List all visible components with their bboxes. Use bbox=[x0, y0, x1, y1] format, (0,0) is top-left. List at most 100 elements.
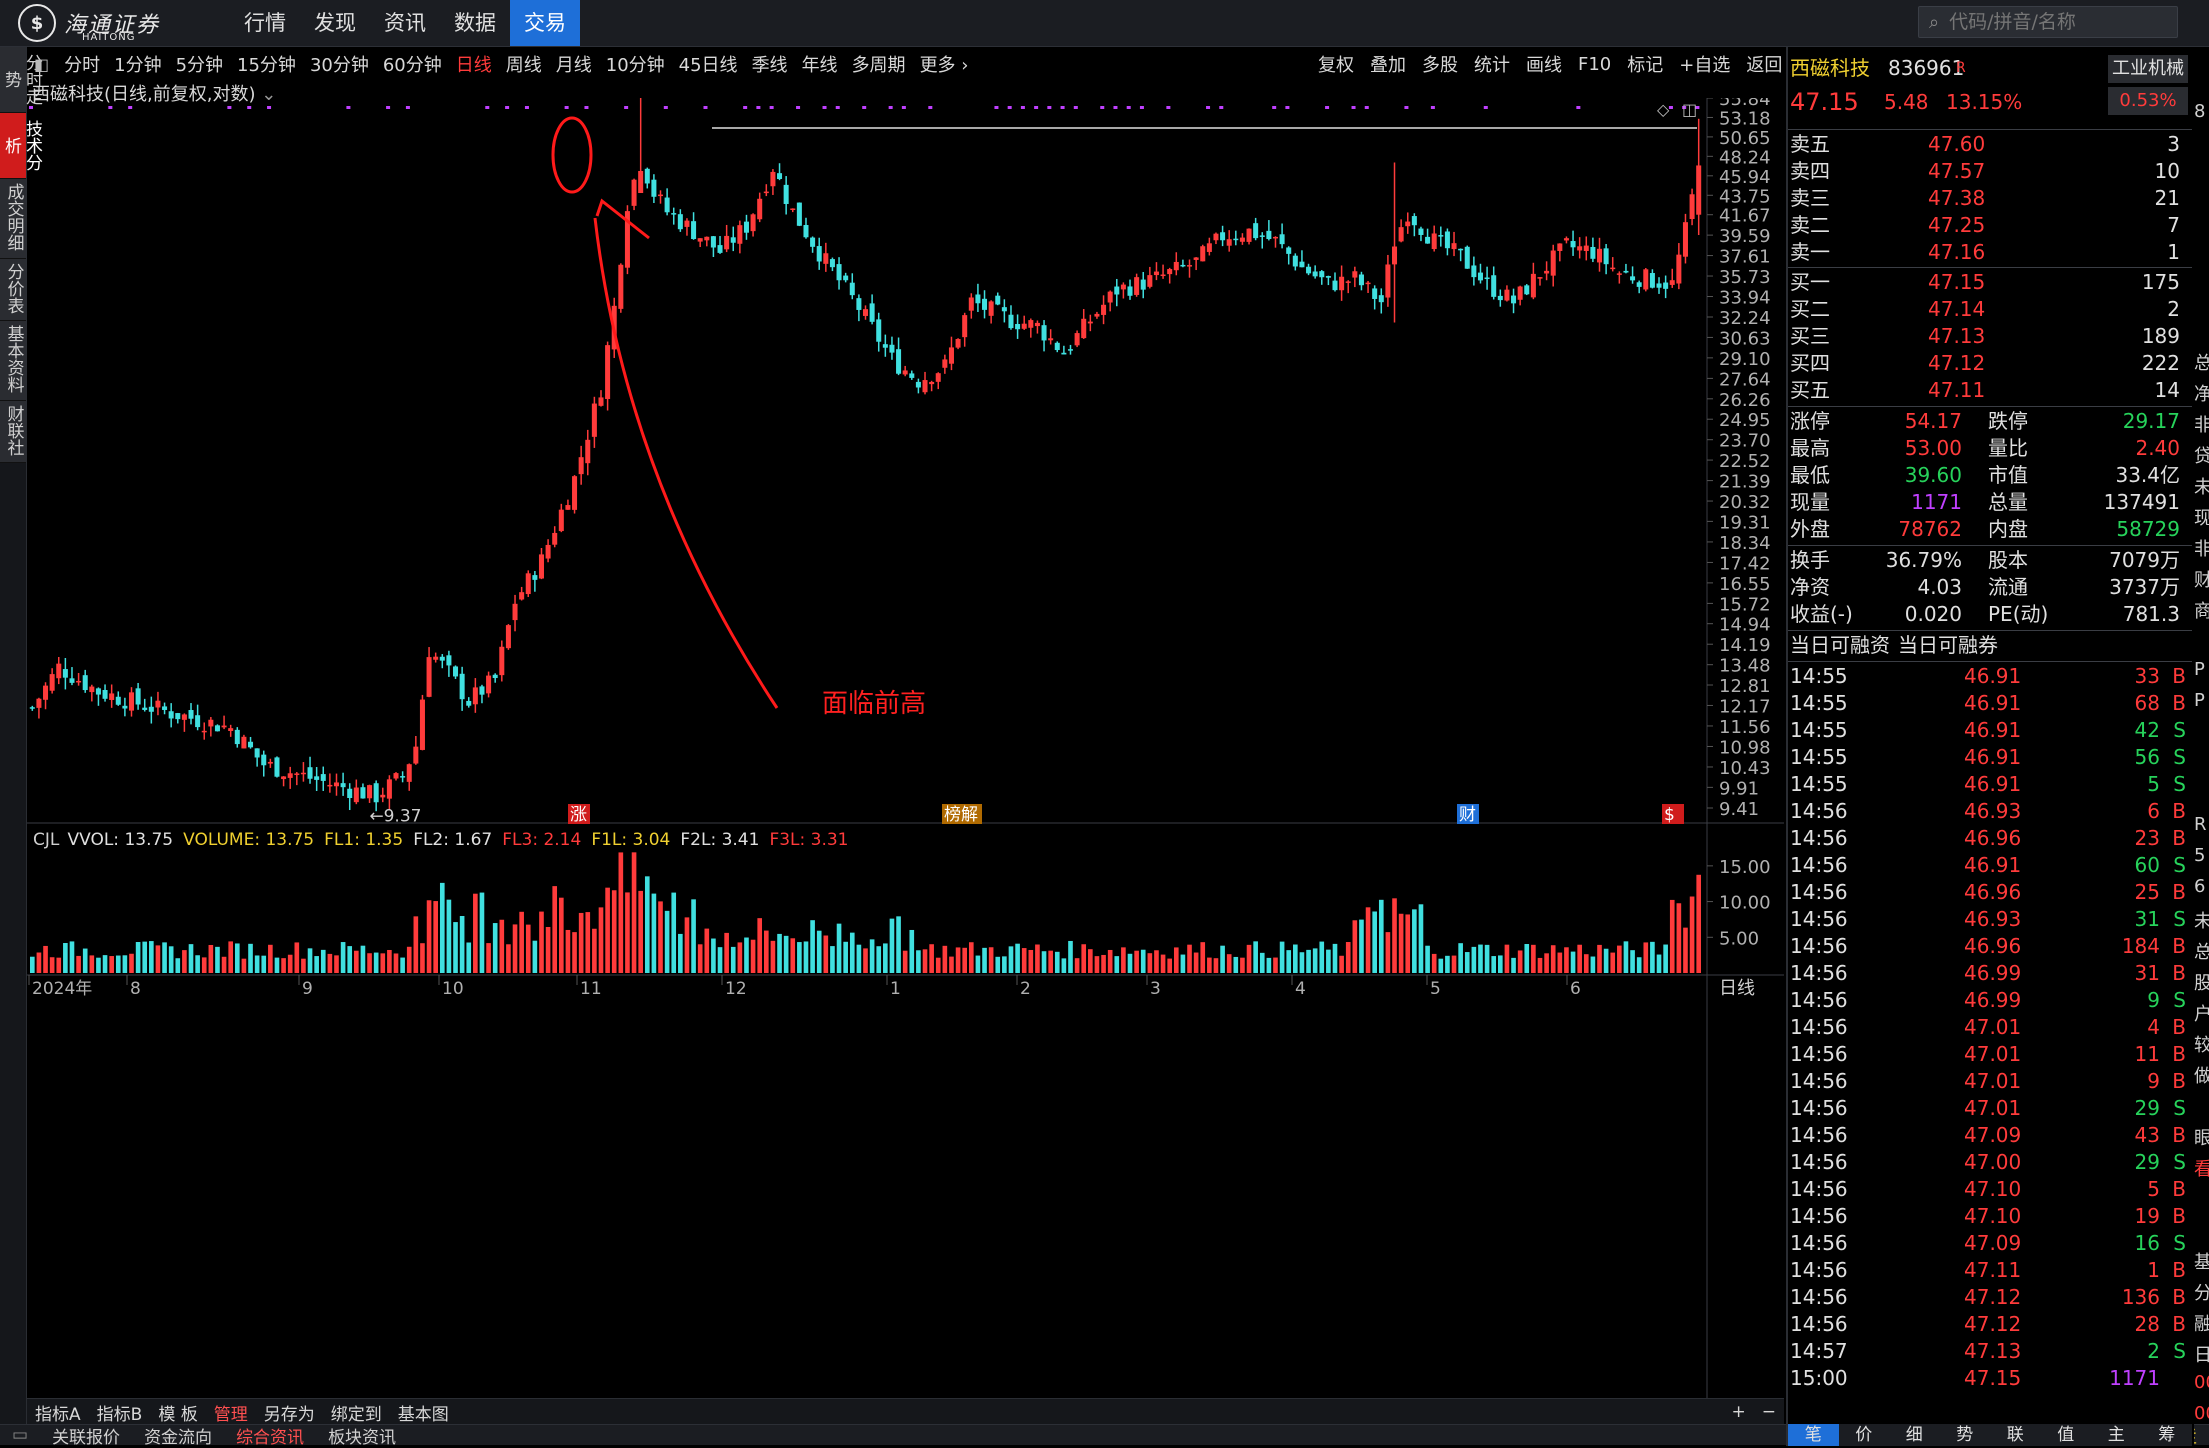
tick-volume: 184 bbox=[2121, 934, 2160, 958]
indicator-tab-5[interactable]: 绑定到 bbox=[323, 1400, 390, 1425]
candle-body bbox=[1160, 274, 1166, 277]
period-9[interactable]: 10分钟 bbox=[599, 51, 672, 77]
tool-7[interactable]: +自选 bbox=[1671, 51, 1738, 77]
left-tab-3[interactable]: 分价表 bbox=[0, 259, 26, 321]
tool-5[interactable]: F10 bbox=[1570, 54, 1619, 75]
quote-cell: 买五 bbox=[1790, 378, 1830, 402]
nav-2[interactable]: 资讯 bbox=[370, 0, 440, 46]
tool-3[interactable]: 统计 bbox=[1466, 51, 1518, 77]
footer-toggle-icon[interactable]: ▭ bbox=[0, 1425, 40, 1445]
indicator-tab-2[interactable]: 模 板 bbox=[150, 1400, 205, 1425]
quote-tab-6[interactable]: 主 bbox=[2091, 1424, 2142, 1446]
quote-tab-2[interactable]: 细 bbox=[1889, 1424, 1940, 1446]
quote-tab-3[interactable]: 势 bbox=[1940, 1424, 1991, 1446]
quote-tab-0[interactable]: 笔 bbox=[1788, 1424, 1839, 1446]
tool-0[interactable]: 复权 bbox=[1310, 51, 1362, 77]
period-4[interactable]: 30分钟 bbox=[303, 51, 376, 77]
nav-4[interactable]: 交易 bbox=[510, 0, 580, 46]
candle-body bbox=[56, 663, 62, 679]
tool-1[interactable]: 叠加 bbox=[1362, 51, 1414, 77]
tick-side: B bbox=[2172, 664, 2186, 688]
indicator-tab-4[interactable]: 另存为 bbox=[256, 1400, 323, 1425]
candle-body bbox=[433, 656, 439, 660]
period-2[interactable]: 5分钟 bbox=[169, 51, 230, 77]
tick-volume: 56 bbox=[2134, 745, 2160, 769]
period-5[interactable]: 60分钟 bbox=[376, 51, 449, 77]
indicator-tab-3[interactable]: 管理 bbox=[206, 1400, 256, 1425]
volume-bar bbox=[902, 950, 908, 973]
candle-body bbox=[393, 773, 399, 779]
left-tab-4[interactable]: 基本资料 bbox=[0, 321, 26, 401]
left-tab-1[interactable]: 技术分析 bbox=[0, 113, 42, 179]
candle-body bbox=[1550, 250, 1556, 276]
candle-body bbox=[836, 264, 842, 281]
left-tab-0[interactable]: 分时走势 bbox=[0, 47, 42, 113]
low-label: ←9.37 bbox=[369, 807, 421, 827]
quote-tab-1[interactable]: 价 bbox=[1839, 1424, 1890, 1446]
x-tick-label: 8 bbox=[130, 979, 141, 999]
nav-1[interactable]: 发现 bbox=[300, 0, 370, 46]
indicator-tab-6[interactable]: 基本图 bbox=[390, 1400, 457, 1425]
tick-time: 14:56 bbox=[1790, 961, 1848, 985]
volume-bar bbox=[1160, 954, 1166, 973]
volume-bar bbox=[929, 944, 934, 973]
search-box[interactable]: ⌕ bbox=[1918, 6, 2178, 38]
sidebar-toggle-icon[interactable]: ◧ bbox=[28, 55, 57, 74]
quote-tab-4[interactable]: 联 bbox=[1990, 1424, 2041, 1446]
candle-body bbox=[1352, 271, 1358, 278]
nav-0[interactable]: 行情 bbox=[230, 0, 300, 46]
quote-cell: 买二 bbox=[1790, 297, 1830, 321]
period-6[interactable]: 日线 bbox=[449, 51, 499, 77]
candle-body bbox=[889, 344, 895, 353]
zoom-in-icon[interactable]: + bbox=[1724, 1402, 1754, 1422]
indicator-tab-0[interactable]: 指标A bbox=[27, 1400, 89, 1425]
tick-volume: 43 bbox=[2134, 1123, 2160, 1147]
diamond-icon[interactable]: ◇ bbox=[1657, 100, 1670, 119]
period-10[interactable]: 45日线 bbox=[672, 51, 745, 77]
search-input[interactable] bbox=[1947, 10, 2152, 34]
period-3[interactable]: 15分钟 bbox=[230, 51, 303, 77]
volume-bar bbox=[545, 926, 551, 973]
volume-bar bbox=[988, 947, 994, 973]
volume-bar bbox=[684, 917, 690, 973]
volume-bar bbox=[248, 943, 253, 973]
period-7[interactable]: 周线 bbox=[499, 51, 549, 77]
top-bar: $ 海通证券 HAITONG 行情 发现 资讯 数据 交易 ⌕ bbox=[0, 0, 2209, 47]
y-tick-label: 20.32 bbox=[1719, 492, 1771, 513]
candle-body bbox=[1153, 271, 1159, 276]
period-0[interactable]: 分时 bbox=[57, 51, 107, 77]
quote-tab-5[interactable]: 值 bbox=[2041, 1424, 2092, 1446]
tool-2[interactable]: 多股 bbox=[1414, 51, 1466, 77]
divider bbox=[1788, 267, 2192, 268]
tool-6[interactable]: 标记 bbox=[1619, 51, 1671, 77]
left-tab-5[interactable]: 财联社 bbox=[0, 401, 26, 463]
quote-tab-7[interactable]: 筹 bbox=[2142, 1424, 2193, 1446]
volume-bar bbox=[830, 946, 835, 973]
period-1[interactable]: 1分钟 bbox=[107, 51, 168, 77]
period-8[interactable]: 月线 bbox=[549, 51, 599, 77]
left-tab-2[interactable]: 成交明细 bbox=[0, 179, 26, 259]
fullscreen-icon[interactable]: ◫ bbox=[1682, 100, 1697, 119]
price-chart[interactable]: 55.8453.1850.6548.2445.9443.7541.6739.59… bbox=[27, 98, 1784, 1398]
tick-time: 14:55 bbox=[1790, 718, 1848, 742]
tick-time: 14:56 bbox=[1790, 1015, 1848, 1039]
zoom-out-icon[interactable]: − bbox=[1754, 1402, 1784, 1422]
quote-cell: 卖四 bbox=[1790, 159, 1830, 183]
candle-body bbox=[1200, 246, 1206, 262]
period-13[interactable]: 多周期 bbox=[845, 51, 913, 77]
industry-badge[interactable]: 工业机械 bbox=[2108, 55, 2188, 83]
period-14[interactable]: 更多 › bbox=[913, 51, 976, 77]
candle-body bbox=[1425, 236, 1431, 244]
tick-side: S bbox=[2173, 718, 2186, 742]
volume-header-item: F2L: 3.41 bbox=[680, 830, 759, 850]
nav-3[interactable]: 数据 bbox=[440, 0, 510, 46]
candle-body bbox=[1054, 342, 1060, 351]
tool-8[interactable]: 返回 bbox=[1738, 51, 1790, 77]
period-12[interactable]: 年线 bbox=[795, 51, 845, 77]
indicator-tab-1[interactable]: 指标B bbox=[89, 1400, 151, 1425]
period-11[interactable]: 季线 bbox=[745, 51, 795, 77]
x-tick-label: 5 bbox=[1430, 979, 1441, 999]
tool-4[interactable]: 画线 bbox=[1518, 51, 1570, 77]
volume-bar bbox=[69, 941, 75, 973]
tick-row: 14:56 46.99 9 S bbox=[1788, 987, 2188, 1014]
